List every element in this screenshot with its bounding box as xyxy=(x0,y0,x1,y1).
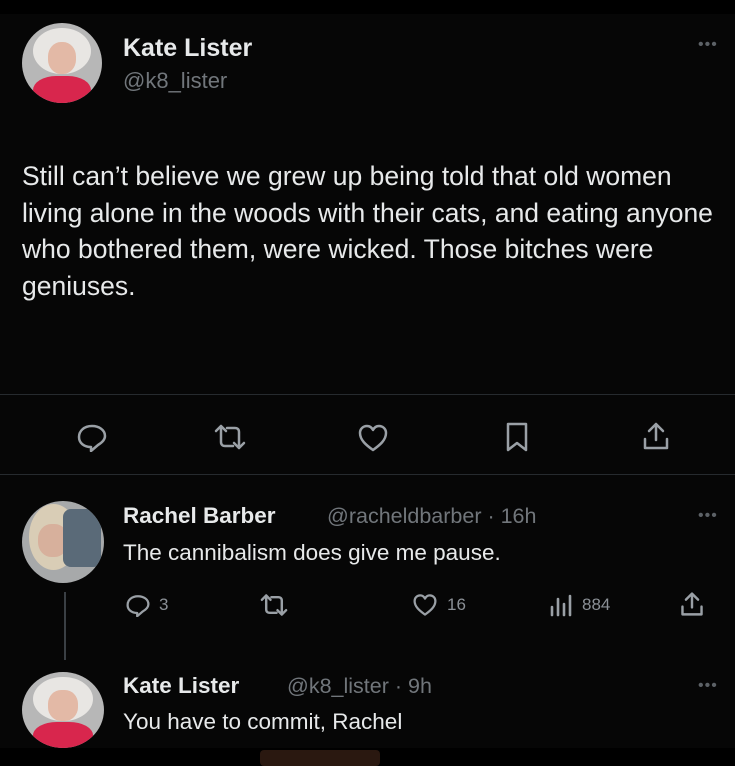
reply1-reply-stat[interactable]: 3 xyxy=(125,593,168,617)
reply2-text: You have to commit, Rachel xyxy=(123,709,403,734)
reply1-author-name[interactable]: Rachel Barber xyxy=(123,503,276,529)
reply2-author-name[interactable]: Kate Lister xyxy=(123,673,239,699)
view-count: 884 xyxy=(582,595,611,614)
timeline xyxy=(0,0,735,766)
rachel-avatar[interactable] xyxy=(22,501,104,583)
post-author-name[interactable]: Kate Lister xyxy=(123,34,252,63)
reply1-more-icon[interactable]: ••• xyxy=(698,507,718,525)
post-divider-bottom xyxy=(0,474,735,475)
like-icon[interactable] xyxy=(356,423,390,453)
repost-icon[interactable] xyxy=(213,422,247,452)
reply1-text: The cannibalism does give me pause. xyxy=(123,540,501,565)
share-icon[interactable] xyxy=(641,420,671,452)
kate-avatar[interactable] xyxy=(22,23,102,103)
reply1-like-stat[interactable]: 16 xyxy=(411,593,466,617)
share-icon[interactable] xyxy=(679,590,705,618)
reply-icon xyxy=(126,595,150,617)
post-divider-top xyxy=(0,394,735,395)
reply1-handle-time[interactable]: @racheldbarber · 16h xyxy=(327,504,536,529)
repost-icon[interactable] xyxy=(259,592,289,618)
bottom-edge xyxy=(0,748,735,766)
post-author-handle[interactable]: @k8_lister xyxy=(123,68,227,94)
reply-count: 3 xyxy=(159,595,169,614)
reply-icon[interactable] xyxy=(76,422,108,452)
post-text: Still can’t believe we grew up being tol… xyxy=(22,161,713,301)
thread-line xyxy=(64,592,66,660)
bookmark-icon[interactable] xyxy=(503,421,531,453)
like-count: 16 xyxy=(447,595,466,614)
like-icon xyxy=(413,594,437,616)
views-icon xyxy=(550,594,572,617)
reply1-views-stat[interactable]: 884 xyxy=(548,593,610,617)
kate-reply-avatar[interactable] xyxy=(22,672,104,748)
reply2-handle-time[interactable]: @k8_lister · 9h xyxy=(287,674,432,699)
post-more-icon[interactable]: ••• xyxy=(698,36,718,54)
reply2-more-icon[interactable]: ••• xyxy=(698,677,718,695)
top-edge xyxy=(0,0,735,14)
